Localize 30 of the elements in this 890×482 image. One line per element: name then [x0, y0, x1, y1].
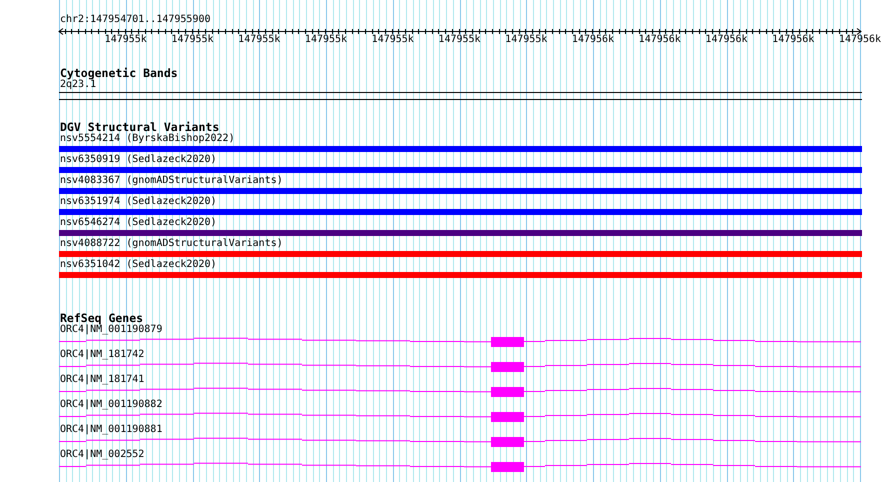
- tick-label: 147955k: [438, 34, 481, 46]
- feature-label: ORC4|NM_002552: [59, 449, 146, 461]
- tick-label: 147956k: [705, 34, 748, 46]
- feature-label: ORC4|NM_001190879: [59, 324, 164, 336]
- track-title: DGV Structural Variants: [59, 121, 220, 133]
- tick-label: 147955k: [238, 34, 280, 46]
- feature-label: nsv6351974 (Sedlazeck2020): [59, 196, 218, 208]
- tick-label: 147956k: [838, 34, 882, 46]
- tick-label: 147956k: [772, 34, 814, 46]
- feature-label: ORC4|NM_181742: [59, 349, 146, 361]
- feature-label: nsv4083367 (gnomADStructuralVariants): [59, 175, 284, 187]
- feature-label: nsv6546274 (Sedlazeck2020): [59, 217, 218, 229]
- tick-label: 147955k: [171, 34, 214, 46]
- feature-label: ORC4|NM_001190882: [59, 399, 164, 411]
- feature-label: 2q23.1: [59, 79, 96, 91]
- feature-label: nsv5554214 (ByrskaBishop2022): [59, 133, 236, 145]
- tick-label: 147955k: [104, 34, 147, 46]
- feature-label: nsv6350919 (Sedlazeck2020): [59, 154, 218, 166]
- tick-label: 147955k: [505, 34, 548, 46]
- tick-label: 147955k: [372, 34, 414, 46]
- tick-label: 147956k: [572, 34, 614, 46]
- tick-label: 147955k: [304, 34, 348, 46]
- feature-label: ORC4|NM_181741: [59, 374, 146, 386]
- track-title: Cytogenetic Bands: [59, 67, 179, 79]
- feature-label: nsv6351042 (Sedlazeck2020): [59, 259, 218, 271]
- track-title: RefSeq Genes: [59, 312, 144, 324]
- feature-label: nsv4088722 (gnomADStructuralVariants): [59, 238, 284, 250]
- feature-label: ORC4|NM_001190881: [59, 424, 164, 436]
- location-text: chr2:147954701..147955900: [59, 14, 212, 26]
- tick-label: 147956k: [638, 34, 681, 46]
